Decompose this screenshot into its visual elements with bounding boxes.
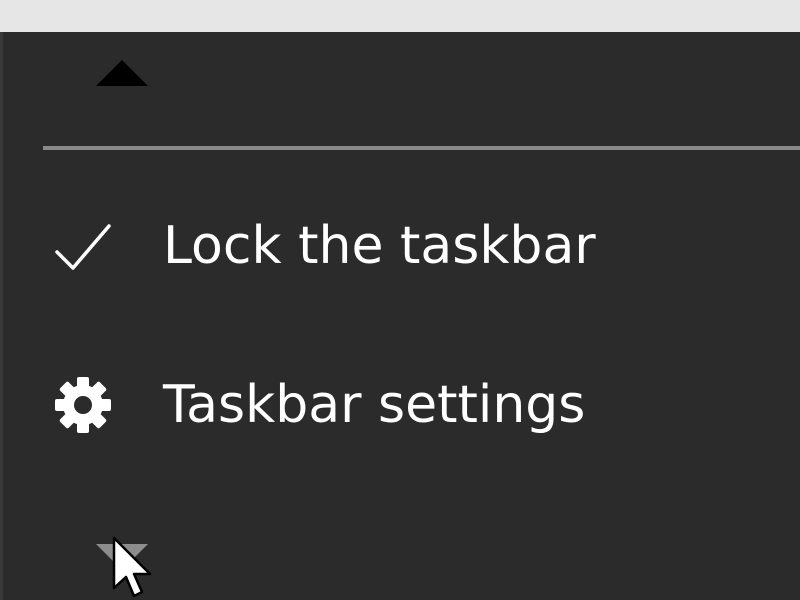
menu-item-label: Lock the taskbar <box>163 216 596 276</box>
menu-item-taskbar-settings[interactable]: Taskbar settings <box>43 355 800 455</box>
menu-left-border <box>0 32 3 600</box>
scroll-up-arrow-icon[interactable] <box>96 60 148 86</box>
mouse-pointer-icon <box>112 536 152 598</box>
checkmark-icon <box>51 216 115 276</box>
gear-icon <box>51 375 115 435</box>
menu-item-label: Taskbar settings <box>163 375 586 435</box>
taskbar-context-menu: Lock the taskbar Taskbar settings <box>0 32 800 600</box>
menu-separator <box>43 146 800 150</box>
menu-item-lock-the-taskbar[interactable]: Lock the taskbar <box>43 196 800 296</box>
desktop-strip <box>0 0 800 32</box>
